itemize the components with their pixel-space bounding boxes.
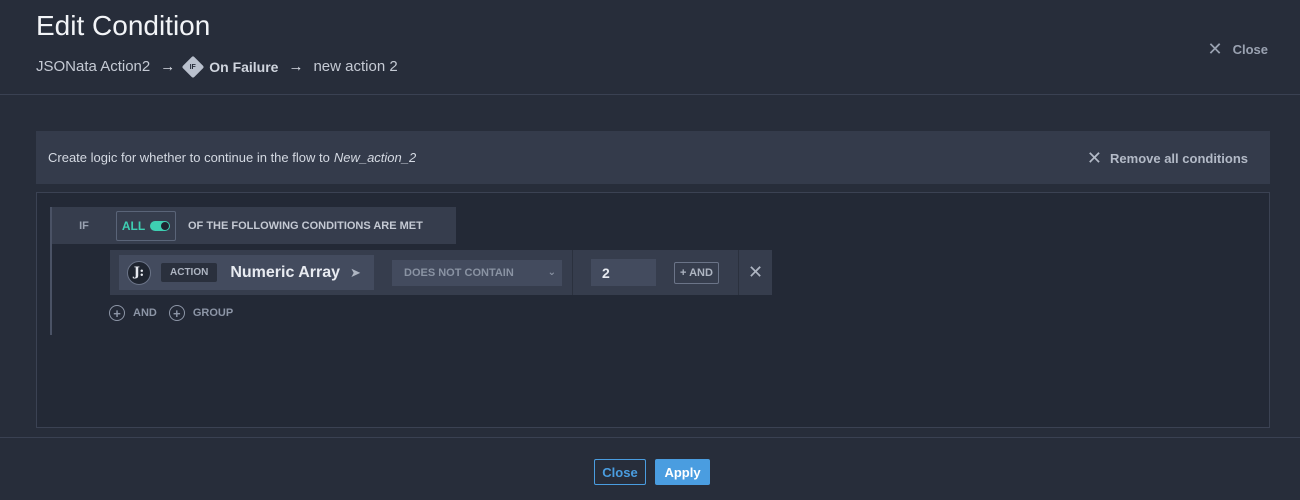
close-icon: ✕ [1086,148,1103,168]
chevron-down-icon: ⌄ [547,267,556,278]
field-selector[interactable]: J: ACTION Numeric Array ➤ [119,255,374,290]
arrow-right-icon: → [160,58,176,75]
toggle-switch-icon [150,220,171,231]
condition-banner: Create logic for whether to continue in … [36,131,1270,184]
close-label: Close [1232,42,1268,57]
breadcrumb-item-condition: On Failure [209,58,279,75]
add-and-label: AND [133,307,157,319]
breadcrumb: JSONata Action2 → IF On Failure → new ac… [36,55,398,78]
dialog-footer: Close Apply [0,437,1300,500]
remove-condition-button[interactable]: ✕ [738,250,772,295]
dialog-header: Edit Condition JSONata Action2 → IF On F… [0,0,1300,95]
close-icon: ✕ [747,262,764,282]
remove-all-label: Remove all conditions [1110,151,1248,166]
banner-target: New_action_2 [333,150,417,165]
operator-value: DOES NOT CONTAIN [404,266,514,279]
conditions-panel: IF ALL OF THE FOLLOWING CONDITIONS ARE M… [36,192,1270,428]
toggle-label: ALL [121,218,146,233]
value-input[interactable] [591,259,656,286]
plus-circle-icon: + [168,305,185,321]
apply-button[interactable]: Apply [655,459,710,485]
add-and-button[interactable]: + AND [674,261,719,284]
divider [572,250,573,295]
all-any-toggle[interactable]: ALL [116,210,176,241]
cursor-icon: ➤ [350,264,361,280]
add-group-label: GROUP [192,307,234,319]
if-label: IF [79,219,89,232]
remove-all-conditions-button[interactable]: ✕ Remove all conditions [1087,148,1248,169]
plus-circle-icon: + [109,305,125,321]
arrow-right-icon: → [288,58,304,75]
add-controls: + AND + GROUP [109,305,245,321]
operator-select[interactable]: DOES NOT CONTAIN ⌄ [392,259,562,286]
if-header-row: IF ALL OF THE FOLLOWING CONDITIONS ARE M… [52,207,456,244]
close-dialog-button[interactable]: ✕ Close [1208,39,1269,60]
breadcrumb-item-action: JSONata Action2 [36,58,151,75]
add-and-condition-button[interactable]: + AND [109,305,157,321]
jsonata-icon: J: [127,260,151,285]
add-group-button[interactable]: + GROUP [168,305,234,321]
source-tag: ACTION [161,263,218,282]
page-title: Edit Condition [36,10,211,41]
field-name: Numeric Array [230,263,341,281]
breadcrumb-item-target: new action 2 [313,58,398,75]
conditions-met-text: OF THE FOLLOWING CONDITIONS ARE MET [188,219,423,232]
if-diamond-icon: IF [181,55,205,78]
condition-row: J: ACTION Numeric Array ➤ DOES NOT CONTA… [110,250,772,295]
banner-text: Create logic for whether to continue in … [48,150,330,165]
close-button[interactable]: Close [594,459,646,485]
close-icon: ✕ [1207,39,1223,59]
